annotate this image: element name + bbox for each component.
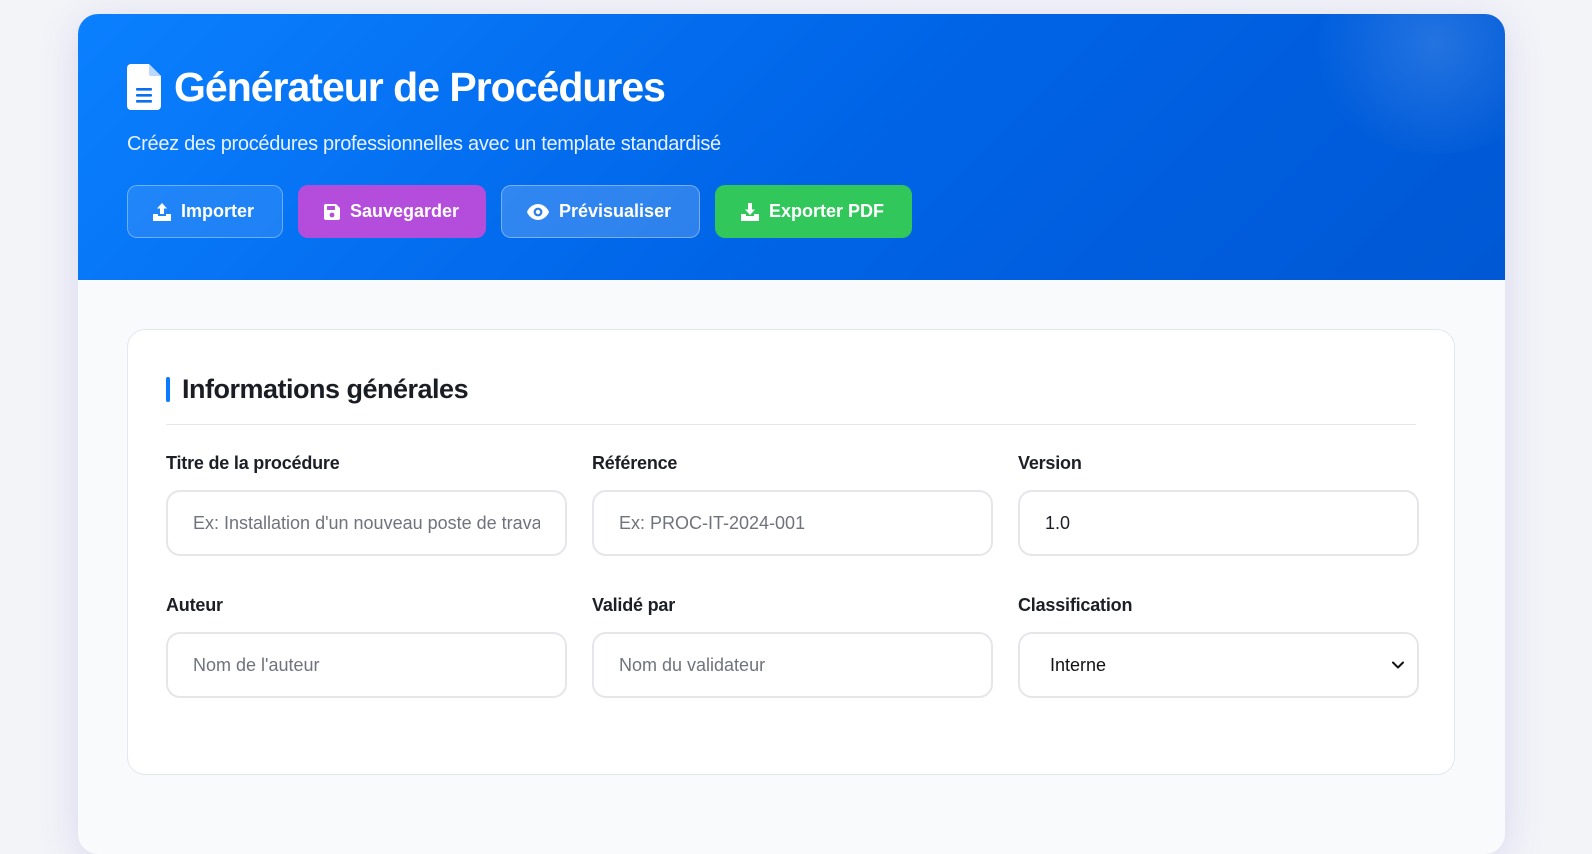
field-classification: Classification Interne: [1018, 595, 1419, 698]
eye-icon: [527, 203, 549, 220]
preview-button-label: Prévisualiser: [559, 201, 672, 221]
page-title: Générateur de Procédures: [174, 63, 666, 110]
title-row: Générateur de Procédures: [127, 62, 1505, 112]
field-reference: Référence: [592, 453, 993, 556]
validator-input[interactable]: [592, 632, 993, 698]
version-input[interactable]: [1018, 490, 1419, 556]
field-validator: Validé par: [592, 595, 993, 698]
general-info-card: Informations générales Titre de la procé…: [127, 329, 1455, 775]
save-button-label: Sauvegarder: [350, 201, 460, 221]
app-window: Générateur de Procédures Créez des procé…: [78, 14, 1505, 854]
chevron-down-icon: [1392, 661, 1404, 669]
section-accent-bar: [166, 376, 170, 402]
preview-button[interactable]: Prévisualiser: [501, 185, 700, 238]
import-button[interactable]: Importer: [127, 185, 283, 238]
classification-select[interactable]: Interne: [1018, 632, 1419, 698]
document-icon: [127, 64, 161, 110]
procedure-title-input[interactable]: [166, 490, 567, 556]
field-classification-label: Classification: [1018, 595, 1133, 615]
page-subtitle: Créez des procédures professionnelles av…: [127, 133, 721, 155]
upload-icon: [153, 202, 171, 221]
field-version: Version: [1018, 453, 1419, 556]
author-input[interactable]: [166, 632, 567, 698]
header-banner: Générateur de Procédures Créez des procé…: [78, 14, 1505, 280]
field-author: Auteur: [166, 595, 567, 698]
floppy-disk-icon: [323, 203, 340, 220]
export-pdf-button[interactable]: Exporter PDF: [715, 185, 912, 238]
reference-input[interactable]: [592, 490, 993, 556]
classification-selected-value: Interne: [1050, 654, 1107, 675]
toolbar: Importer Sauvegarder Prévisualiser Expor…: [127, 185, 1505, 238]
field-title: Titre de la procédure: [166, 453, 567, 556]
download-icon: [741, 202, 759, 221]
field-validator-label: Validé par: [592, 595, 676, 615]
field-version-label: Version: [1018, 453, 1082, 473]
export-pdf-button-label: Exporter PDF: [769, 201, 885, 221]
form-grid: Titre de la procédure Référence Version …: [166, 453, 1419, 698]
field-reference-label: Référence: [592, 453, 678, 473]
section-header: Informations générales: [166, 330, 1416, 425]
import-button-label: Importer: [181, 201, 255, 221]
field-title-label: Titre de la procédure: [166, 453, 340, 473]
save-button[interactable]: Sauvegarder: [298, 185, 486, 238]
field-author-label: Auteur: [166, 595, 223, 615]
section-title: Informations générales: [182, 373, 469, 404]
